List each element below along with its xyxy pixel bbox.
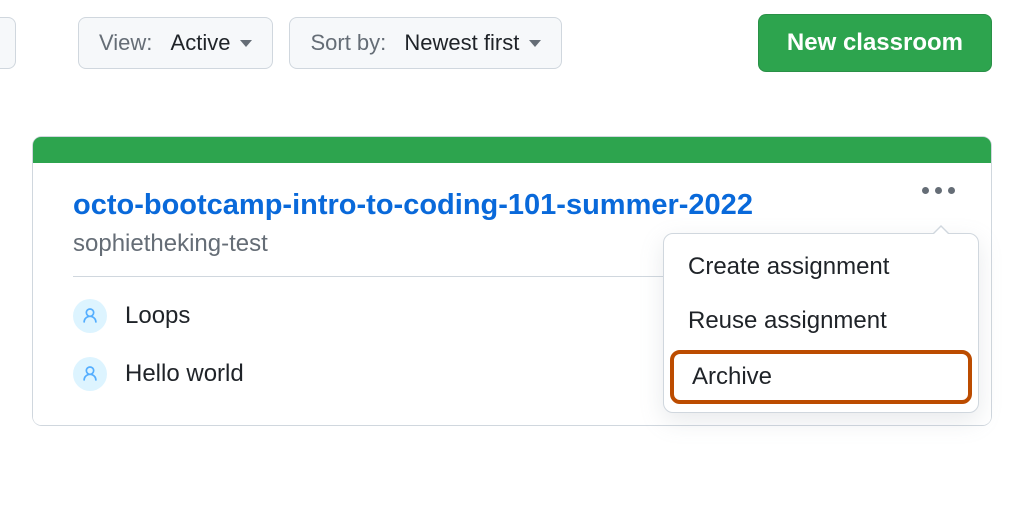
kebab-menu-button[interactable]: [916, 181, 961, 200]
caret-down-icon: [529, 40, 541, 47]
view-filter-label: View:: [99, 30, 152, 56]
person-icon: [73, 299, 107, 333]
kebab-dot-icon: [948, 187, 955, 194]
view-filter-value: Active: [171, 30, 231, 56]
assignment-name: Hello world: [125, 360, 244, 388]
classroom-actions-menu: Create assignment Reuse assignment Archi…: [663, 233, 979, 413]
assignment-name: Loops: [125, 302, 190, 330]
kebab-dot-icon: [935, 187, 942, 194]
sort-value: Newest first: [404, 30, 519, 56]
card-accent-stripe: [33, 137, 991, 163]
menu-item-archive[interactable]: Archive: [670, 350, 972, 404]
view-filter-dropdown[interactable]: View: Active: [78, 17, 273, 69]
caret-down-icon: [240, 40, 252, 47]
menu-item-reuse-assignment[interactable]: Reuse assignment: [664, 294, 978, 348]
toolbar: View: Active Sort by: Newest first New c…: [0, 0, 1014, 86]
sort-dropdown[interactable]: Sort by: Newest first: [289, 17, 562, 69]
new-classroom-button[interactable]: New classroom: [758, 14, 992, 72]
classroom-title-link[interactable]: octo-bootcamp-intro-to-coding-101-summer…: [73, 189, 951, 222]
sort-label: Sort by:: [310, 30, 386, 56]
classroom-card: octo-bootcamp-intro-to-coding-101-summer…: [32, 136, 992, 426]
person-icon: [73, 357, 107, 391]
toolbar-left-partial: [0, 17, 16, 69]
kebab-dot-icon: [922, 187, 929, 194]
menu-item-create-assignment[interactable]: Create assignment: [664, 240, 978, 294]
